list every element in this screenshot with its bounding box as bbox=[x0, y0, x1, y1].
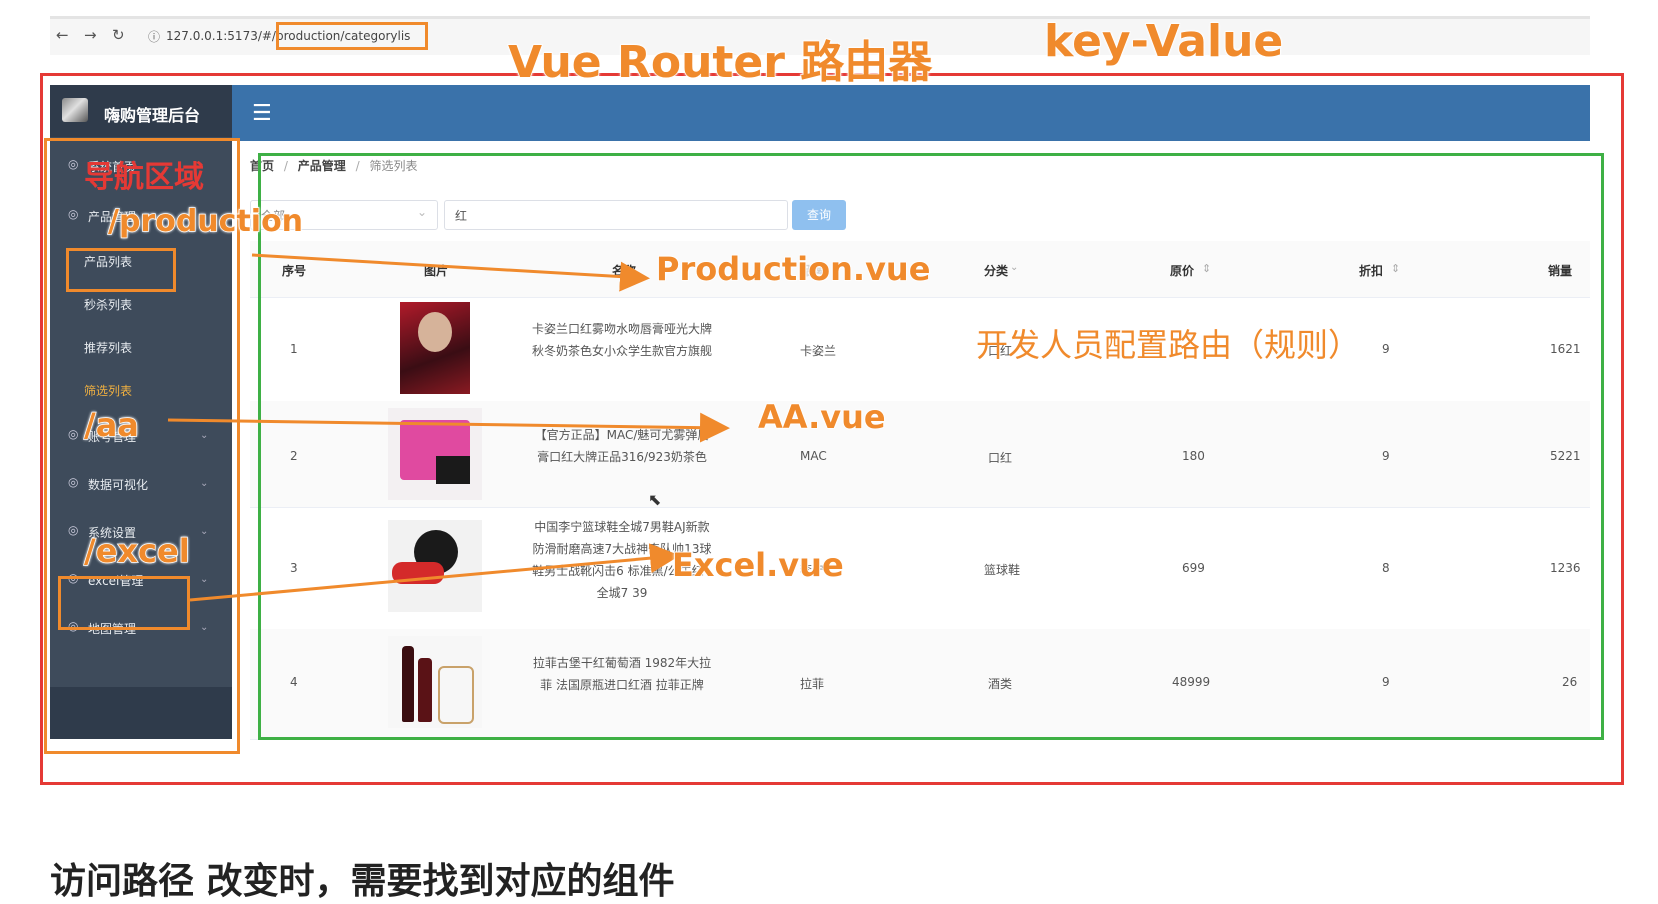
arrow-production bbox=[251, 253, 650, 292]
dev-config-label: 开发人员配置路由（规则） bbox=[976, 326, 1361, 364]
aa-vue-label: AA.vue bbox=[757, 397, 886, 437]
aa-path-label: /aa bbox=[83, 405, 139, 445]
nav-area-label: 导航区域 bbox=[84, 160, 204, 195]
arrow-excel bbox=[189, 543, 680, 602]
excel-path-label: /excel bbox=[83, 531, 190, 571]
production-path-label: /production bbox=[107, 203, 304, 240]
excel-vue-label: Excel.vue bbox=[671, 545, 844, 585]
key-value-label: key-Value bbox=[1043, 15, 1284, 68]
bottom-caption: 访问路径 改变时，需要找到对应的组件 bbox=[50, 861, 675, 902]
vue-router-label: Vue Router 路由器 bbox=[507, 36, 933, 89]
arrow-aa bbox=[167, 412, 730, 443]
production-vue-label: Production.vue bbox=[655, 249, 931, 289]
